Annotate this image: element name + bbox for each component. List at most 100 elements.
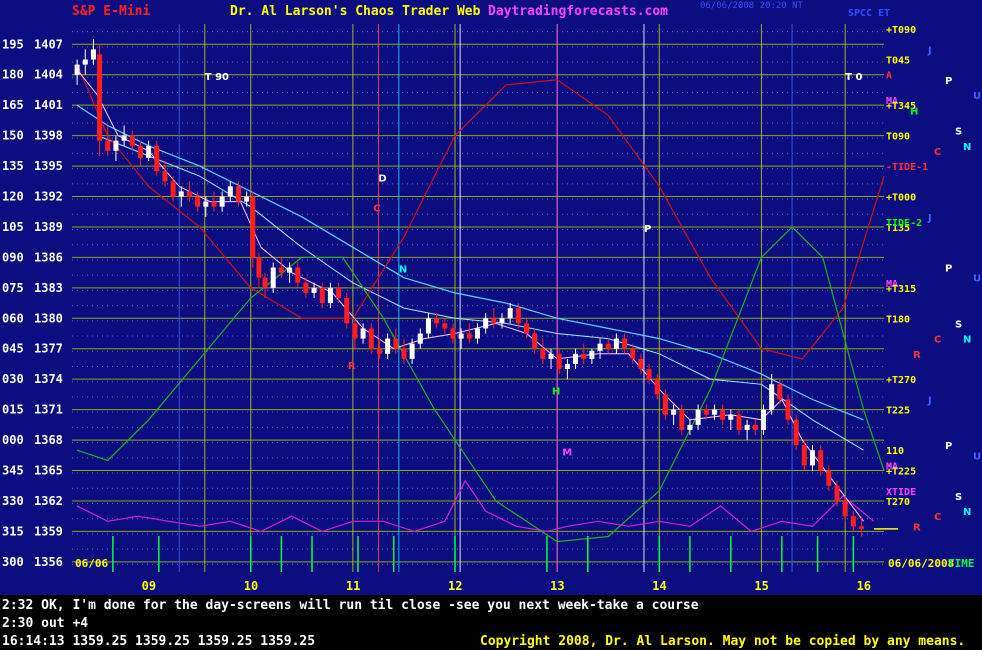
candle-body: [376, 348, 382, 354]
y-tick-label-deg: 135: [2, 159, 24, 173]
candle-body: [287, 267, 293, 273]
candle-body: [785, 399, 791, 420]
planet-marker: N: [963, 142, 971, 153]
candle-body: [540, 348, 546, 359]
y-tick-label-price: 1377: [34, 342, 63, 356]
plot-marker: T 90: [205, 72, 229, 83]
plot-marker: H: [552, 386, 560, 397]
site-link[interactable]: Daytradingforecasts.com: [488, 4, 668, 19]
candle-body: [235, 186, 241, 202]
planet-marker: J: [927, 213, 932, 224]
y-tick-label-deg: 060: [2, 311, 24, 325]
right-level-label: +T270: [886, 375, 916, 386]
planet-marker: C: [934, 512, 941, 523]
planet-marker: P: [945, 264, 952, 275]
right-level-label: +T315: [886, 284, 916, 295]
candle-body: [82, 59, 88, 65]
x-tick-label: 16: [857, 579, 871, 593]
candle-body: [211, 201, 217, 207]
right-level-label: T045: [886, 56, 910, 67]
candle-body: [409, 343, 415, 359]
candle-body: [711, 409, 717, 415]
y-tick-label-price: 1359: [34, 524, 63, 538]
planet-marker: U: [973, 274, 981, 285]
comment-line-2: 2:30 out +4: [2, 616, 89, 631]
candle-body: [162, 171, 168, 182]
y-tick-label-price: 1389: [34, 220, 63, 234]
candle-body: [154, 145, 160, 172]
corner-label: SPCC ET: [848, 8, 891, 19]
y-tick-label-price: 1401: [34, 98, 63, 112]
y-tick-label-deg: 090: [2, 250, 24, 264]
price-chart: 195 1407 180 1404 165 1401 150 1398 135 1395 120 13…: [2, 24, 981, 593]
candle-body: [760, 409, 766, 430]
chart-header: S&P E-Mini Dr. Al Larson's Chaos Trader …: [0, 0, 982, 30]
candle-body: [121, 135, 127, 141]
candle-body: [752, 424, 758, 430]
candle-body: [203, 201, 209, 207]
candle-body: [646, 369, 652, 380]
candle-body: [695, 409, 701, 425]
right-level-label: T270: [886, 497, 910, 508]
candle-body: [810, 450, 816, 466]
candle-body: [270, 267, 276, 288]
x-tick-label: 10: [244, 579, 258, 593]
planet-marker: N: [963, 335, 971, 346]
candle-body: [573, 353, 579, 364]
plot-marker: T 0: [845, 72, 862, 83]
candle-body: [368, 328, 374, 349]
candle-body: [105, 140, 111, 151]
y-tick-label-deg: 030: [2, 372, 24, 386]
plot-marker: P: [644, 224, 651, 235]
y-tick-label-price: 1407: [34, 37, 63, 51]
y-tick-label-price: 1362: [34, 494, 63, 508]
candle-body: [507, 308, 513, 319]
planet-marker: J: [927, 395, 932, 406]
y-axis-labels: 195 1407 180 1404 165 1401 150 1398 135 1395 120 13…: [2, 37, 63, 569]
candle-body: [842, 500, 848, 517]
plot-marker: R: [348, 361, 356, 372]
plot-marker: N: [399, 265, 407, 276]
candle-body: [491, 318, 497, 324]
y-tick-label-deg: 195: [2, 37, 24, 51]
y-tick-label-price: 1383: [34, 281, 63, 295]
candle-body: [219, 196, 225, 207]
candle-body: [524, 323, 530, 334]
planet-marker: R: [913, 522, 921, 533]
y-tick-label-deg: 000: [2, 433, 24, 447]
candle-body: [385, 338, 391, 354]
right-level-label: T090: [886, 132, 910, 143]
candle-body: [548, 353, 554, 359]
y-tick-label-price: 1371: [34, 403, 63, 417]
planet-marker: R: [913, 350, 921, 361]
candle-body: [720, 409, 726, 420]
candle-body: [466, 333, 472, 339]
candle-body: [793, 419, 799, 446]
copyright: Copyright 2008, Dr. Al Larson. May not b…: [480, 634, 966, 649]
planet-marker: C: [934, 335, 941, 346]
candle-body: [532, 333, 538, 349]
right-level-label: TIDE-2: [886, 218, 922, 229]
right-level-label: 110: [886, 446, 904, 457]
candle-body: [195, 196, 201, 207]
candle-body: [818, 450, 824, 471]
planet-marker: S: [955, 319, 962, 330]
chart-title: Dr. Al Larson's Chaos Trader Web: [230, 4, 481, 19]
candle-body: [244, 196, 250, 202]
candle-body: [850, 516, 856, 527]
candle-body: [769, 384, 775, 410]
planet-marker: N: [963, 507, 971, 518]
candle-body: [278, 267, 284, 273]
x-tick-label: 15: [754, 579, 768, 593]
planet-marker: U: [973, 451, 981, 462]
y-tick-label-price: 1380: [34, 311, 63, 325]
candle-body: [638, 358, 644, 370]
y-tick-label-price: 1365: [34, 464, 63, 478]
candle-body: [137, 145, 143, 158]
candle-body: [671, 409, 677, 415]
candle-body: [622, 338, 628, 349]
x-tick-label: 13: [550, 579, 564, 593]
candle-body: [401, 348, 407, 359]
planet-marker: H: [910, 106, 918, 117]
y-tick-label-deg: 345: [2, 464, 24, 478]
